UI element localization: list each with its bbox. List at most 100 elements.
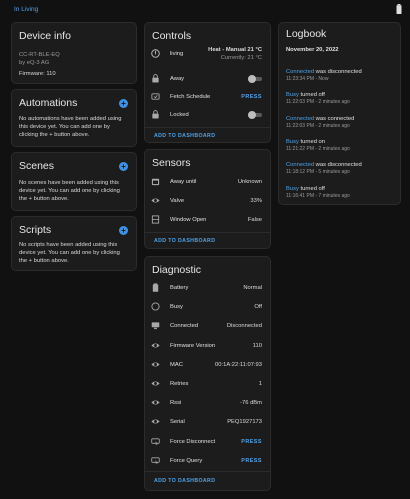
controls-card: Controls living Heat - Manual 21 °C Curr… bbox=[144, 22, 271, 143]
logbook-entry: Busy turned off 11:22:03 PM - 2 minutes a… bbox=[286, 91, 394, 113]
locked-toggle[interactable] bbox=[248, 111, 262, 119]
diagnostic-row-connected[interactable]: Connected Disconnected bbox=[145, 317, 270, 336]
scenes-card: Scenes + No scenes have been added using… bbox=[11, 152, 137, 211]
scripts-title: Scripts bbox=[19, 224, 52, 236]
scripts-empty-text: No scripts have been added using this de… bbox=[19, 242, 120, 264]
add-automation-button[interactable]: + bbox=[119, 99, 128, 108]
climate-row[interactable]: living Heat - Manual 21 °C Currently: 21… bbox=[145, 45, 270, 67]
fetch-schedule-press-button[interactable]: PRESS bbox=[241, 94, 262, 100]
logbook-entry-time: 11:22:03 PM - 2 minutes ago bbox=[286, 122, 350, 129]
battery-icon bbox=[152, 283, 159, 292]
logbook-entity-link[interactable]: Busy bbox=[286, 139, 299, 145]
force-query-press-button[interactable]: PRESS bbox=[241, 458, 262, 464]
away-toggle[interactable] bbox=[248, 75, 262, 83]
thermostat-icon bbox=[151, 49, 160, 58]
force-disconnect-press-button[interactable]: PRESS bbox=[241, 439, 262, 445]
diagnostic-value-serial: PEQ1927173 bbox=[227, 419, 262, 426]
controls-add-to-dashboard-button[interactable]: ADD TO DASHBOARD bbox=[154, 133, 215, 139]
diagnostic-label-rssi: Rssi bbox=[170, 400, 182, 407]
logbook-entry-time: 11:18:12 PM - 5 minutes ago bbox=[286, 169, 350, 176]
diagnostic-row-force-disconnect[interactable]: Force Disconnect PRESS bbox=[145, 433, 270, 452]
climate-label: living bbox=[170, 51, 184, 57]
device-model: CC-RT-BLE-EQ bbox=[19, 52, 60, 58]
away-icon bbox=[152, 74, 159, 83]
automations-empty-text: No automations have been added using thi… bbox=[19, 116, 122, 138]
button-icon bbox=[151, 437, 160, 446]
diagnostic-row-battery[interactable]: Battery Normal bbox=[145, 279, 270, 298]
automations-card: Automations + No automations have been a… bbox=[11, 89, 137, 147]
sensor-value-valve: 33% bbox=[250, 198, 262, 204]
logbook-entry: Connected was disconnected 11:23:34 PM - … bbox=[286, 68, 394, 90]
diagnostic-label-battery: Battery bbox=[170, 285, 189, 291]
top-bar: In Living bbox=[0, 0, 410, 20]
logbook-entry-text: was connected bbox=[314, 115, 355, 122]
calendar-icon bbox=[151, 178, 160, 186]
sensor-label-window-open: Window Open bbox=[170, 217, 207, 223]
control-label-fetch-schedule: Fetch Schedule bbox=[170, 94, 211, 100]
logbook-entity-link[interactable]: Connected bbox=[286, 162, 314, 168]
control-row-away[interactable]: Away bbox=[145, 70, 270, 89]
sensor-label-valve: Valve bbox=[170, 198, 185, 204]
logbook-entry-text: was disconnected bbox=[314, 69, 362, 75]
diagnostic-label-connected: Connected bbox=[170, 323, 199, 330]
control-row-fetch-schedule: Fetch Schedule PRESS bbox=[145, 88, 270, 107]
logbook-entry: Connected was connected 11:22:03 PM - 2 m… bbox=[286, 115, 394, 137]
logbook-entry-text: turned off bbox=[298, 185, 325, 192]
sensor-value-window-open: False bbox=[247, 217, 262, 223]
scripts-card: Scripts + No scripts have been added usi… bbox=[11, 216, 137, 271]
device-info-card: Device info CC-RT-BLE-EQ by eQ-3 AG Firm… bbox=[11, 22, 137, 84]
controls-title: Controls bbox=[152, 30, 192, 42]
lock-icon bbox=[152, 110, 159, 119]
logbook-entry-text: turned on bbox=[298, 138, 326, 145]
diagnostic-label-busy: Busy bbox=[170, 304, 183, 311]
diagnostic-value-battery: Normal bbox=[243, 285, 262, 291]
diagnostic-add-to-dashboard-button[interactable]: ADD TO DASHBOARD bbox=[154, 478, 215, 484]
logbook-date: November 20, 2022 bbox=[286, 47, 339, 53]
scenes-empty-text: No scenes have been added using this dev… bbox=[19, 180, 120, 202]
sensor-row-away-until[interactable]: Away until Unknown bbox=[145, 173, 270, 192]
add-scene-button[interactable]: + bbox=[119, 162, 128, 171]
diagnostic-row-busy[interactable]: Busy Off bbox=[145, 298, 270, 317]
diagnostic-row-retries[interactable]: Retries 1 bbox=[145, 375, 270, 394]
eye-icon bbox=[151, 343, 160, 348]
eye-icon bbox=[151, 400, 160, 405]
eye-icon bbox=[151, 362, 160, 367]
button-icon bbox=[151, 457, 160, 465]
diagnostic-label-force-query: Force Query bbox=[170, 457, 203, 464]
device-firmware: Firmware: 110 bbox=[19, 71, 56, 77]
diagnostic-row-rssi[interactable]: Rssi -76 dBm bbox=[145, 394, 270, 413]
logbook-entry-text: turned off bbox=[298, 92, 325, 99]
add-script-button[interactable]: + bbox=[119, 226, 128, 235]
climate-mode: Heat - Manual 21 °C bbox=[208, 47, 262, 53]
diagnostic-row-serial[interactable]: Serial PEQ1927173 bbox=[145, 413, 270, 432]
diagnostic-row-force-query[interactable]: Force Query PRESS bbox=[145, 452, 270, 471]
logbook-entity-link[interactable]: Busy bbox=[286, 186, 299, 192]
sensors-card: Sensors Away until Unknown Valve 33% Win… bbox=[144, 149, 271, 249]
diagnostic-title: Diagnostic bbox=[152, 264, 202, 276]
logbook-card: Logbook November 20, 2022 Connected was … bbox=[278, 22, 401, 205]
diagnostic-label-firmware-version: Firmware Version bbox=[170, 342, 216, 349]
logbook-entry-time: 11:21:22 PM - 2 minutes ago bbox=[286, 145, 350, 152]
eye-icon bbox=[151, 381, 160, 386]
diagnostic-row-firmware-version[interactable]: Firmware Version 110 bbox=[145, 337, 270, 356]
device-manufacturer: by eQ-3 AG bbox=[19, 60, 50, 66]
diagnostic-value-rssi: -76 dBm bbox=[240, 400, 262, 407]
breadcrumb-area-link[interactable]: In Living bbox=[14, 6, 38, 13]
sensor-label-away-until: Away until bbox=[170, 179, 197, 185]
logbook-entry-text: was disconnected bbox=[314, 162, 362, 169]
circle-outline-icon bbox=[151, 302, 160, 311]
sensor-row-valve[interactable]: Valve 33% bbox=[145, 192, 270, 211]
control-row-locked[interactable]: Locked bbox=[145, 106, 270, 125]
diagnostic-label-force-disconnect: Force Disconnect bbox=[170, 438, 216, 445]
diagnostic-value-mac: 00:1A:22:11:07:93 bbox=[215, 361, 262, 368]
logbook-entity-link[interactable]: Connected bbox=[286, 69, 314, 75]
logbook-entry: Busy turned off 11:16:41 PM - 7 minutes a… bbox=[286, 185, 394, 207]
sensor-row-window-open[interactable]: Window Open False bbox=[145, 211, 270, 230]
diagnostic-label-mac: MAC bbox=[170, 361, 183, 368]
logbook-entity-link[interactable]: Busy bbox=[286, 92, 299, 98]
diagnostic-row-mac[interactable]: MAC 00:1A:22:11:07:93 bbox=[145, 356, 270, 375]
sensors-divider bbox=[145, 232, 270, 233]
logbook-entity-link[interactable]: Connected bbox=[286, 116, 314, 122]
diagnostic-value-retries: 1 bbox=[258, 381, 262, 387]
sensors-add-to-dashboard-button[interactable]: ADD TO DASHBOARD bbox=[154, 238, 215, 244]
